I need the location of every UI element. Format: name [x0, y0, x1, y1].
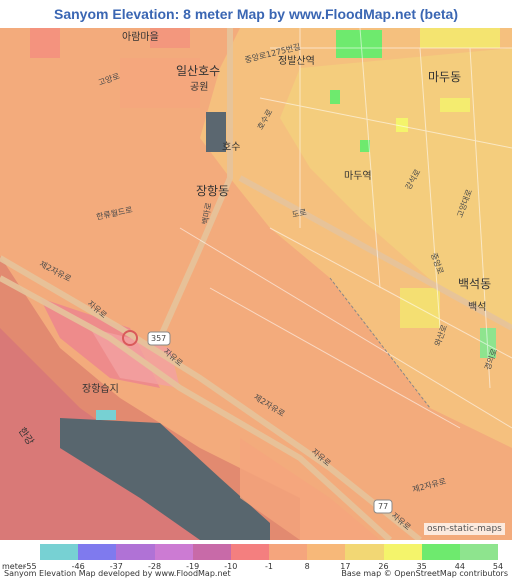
- legend-swatch: [345, 544, 384, 560]
- label-janghang-dong: 장항동: [196, 184, 230, 198]
- legend-swatch: [269, 544, 308, 560]
- label-baekseok-dong: 백석동: [458, 277, 492, 291]
- legend-swatch: [421, 544, 461, 560]
- legend-swatch: [459, 544, 499, 560]
- hill-peak-zone: [336, 30, 382, 58]
- label-ilsan-lake-park: 일산호수: [176, 64, 221, 78]
- label-baekseok: 백석: [468, 302, 487, 313]
- label-madu-dong: 마두동: [428, 70, 462, 84]
- label-arambaeum: 아람마을: [122, 32, 159, 43]
- osm-static-maps-tag: osm-static-maps: [424, 523, 505, 535]
- label-madu-station: 마두역: [344, 171, 372, 182]
- legend-value-label: -1: [265, 562, 273, 571]
- hill-spot-6: [400, 288, 440, 328]
- legend-swatch: [116, 544, 155, 560]
- label-lake: 호수: [222, 142, 241, 153]
- elevation-map[interactable]: 장항동 마두동 마두역 백석동 백석 일산호수 공원 정발산역 장항습지 한강 …: [0, 28, 512, 540]
- legend-swatch: [78, 544, 117, 560]
- footer-credit: Sanyom Elevation Map developed by www.Fl…: [4, 569, 231, 578]
- legend-swatch: [383, 544, 423, 560]
- map-canvas: [0, 28, 512, 540]
- hill-zone-ne: [420, 28, 500, 48]
- legend-swatch: [154, 544, 194, 560]
- label-park: 공원: [190, 82, 209, 93]
- water-spot: [96, 410, 116, 420]
- route-77-label: 77: [378, 502, 389, 511]
- low-zone-nw: [30, 28, 60, 58]
- hill-spot-1: [330, 90, 340, 104]
- label-janghang-wetland: 장항습지: [82, 384, 119, 395]
- legend-swatch: [192, 544, 232, 560]
- footer-attribution: Base map © OpenStreetMap contributors: [341, 569, 508, 578]
- legend-swatch: [307, 544, 346, 560]
- legend-swatch: [230, 544, 270, 560]
- map-title: Sanyom Elevation: 8 meter Map by www.Flo…: [54, 6, 458, 22]
- route-357-label: 357: [151, 334, 167, 343]
- hill-spot-5: [440, 98, 470, 112]
- legend-value-label: 8: [304, 562, 310, 571]
- legend-swatch: [40, 544, 79, 560]
